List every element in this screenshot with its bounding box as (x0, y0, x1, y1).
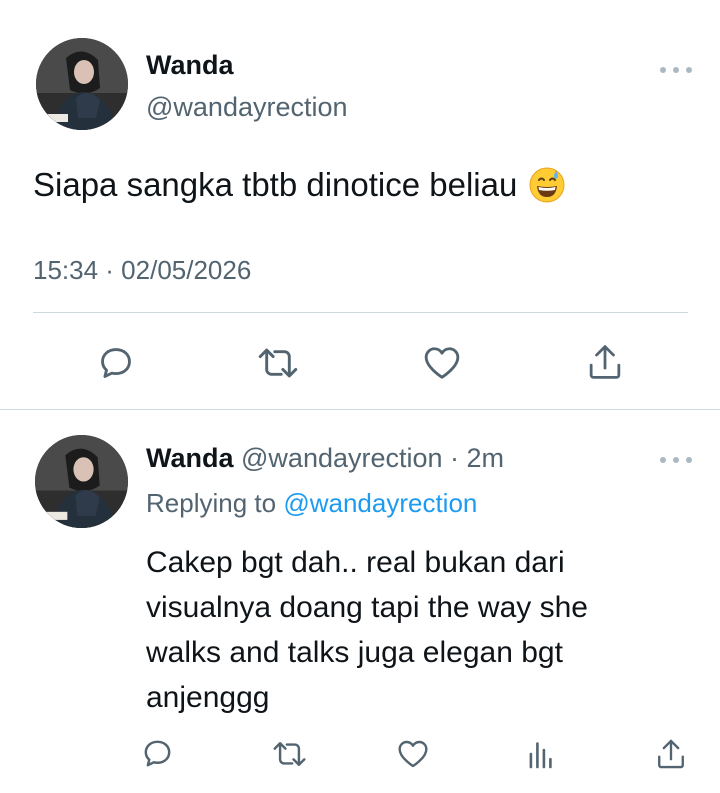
main-tweet-text-content: Siapa sangka tbtb dinotice beliau (33, 166, 518, 203)
main-tweet-author-handle[interactable]: @wandayrection (146, 92, 348, 123)
replying-to-line: Replying to @wandayrection (146, 488, 477, 519)
reply-tweet-author-handle[interactable]: @wandayrection (241, 443, 443, 473)
divider (33, 312, 688, 313)
share-icon[interactable] (655, 737, 687, 771)
replying-to-mention[interactable]: @wandayrection (283, 488, 477, 518)
reply-tweet-avatar[interactable] (35, 435, 128, 528)
reply-icon[interactable] (97, 344, 135, 382)
reply-tweet-text-line: anjenggg (146, 681, 270, 714)
tweet-detail-page: Wanda @wandayrection Siapa sangka tbtb d… (0, 0, 720, 793)
reply-tweet-text-line: Cakep bgt dah.. real bukan dari (146, 546, 565, 579)
reply-icon[interactable] (141, 737, 174, 770)
retweet-icon[interactable] (272, 739, 307, 769)
replying-to-prefix: Replying to (146, 488, 284, 518)
reply-tweet-text-line: visualnya doang tapi the way she (146, 591, 588, 624)
main-tweet-timestamp[interactable]: 15:34 · 02/05/2026 (33, 255, 251, 286)
main-tweet-more-icon[interactable] (660, 65, 692, 75)
reply-tweet-author-name[interactable]: Wanda (146, 443, 234, 473)
main-tweet-avatar[interactable] (36, 38, 128, 130)
grinning-face-with-sweat-emoji (529, 167, 565, 203)
like-icon[interactable] (397, 739, 429, 769)
retweet-icon[interactable] (257, 345, 299, 381)
reply-tweet-text-line: walks and talks juga elegan bgt (146, 636, 563, 669)
main-tweet-text: Siapa sangka tbtb dinotice beliau (33, 166, 565, 204)
like-icon[interactable] (423, 345, 461, 381)
divider (0, 409, 720, 410)
reply-tweet-more-icon[interactable] (660, 455, 692, 465)
reply-tweet-header: Wanda @wandayrection · 2m (146, 443, 504, 474)
analytics-icon[interactable] (527, 738, 553, 770)
reply-tweet-age[interactable]: 2m (467, 443, 505, 473)
share-icon[interactable] (586, 342, 624, 382)
reply-tweet-text: Cakep bgt dah.. real bukan dari visualny… (146, 540, 686, 720)
main-tweet-author-name[interactable]: Wanda (146, 50, 234, 81)
reply-tweet-separator: · (442, 443, 467, 473)
